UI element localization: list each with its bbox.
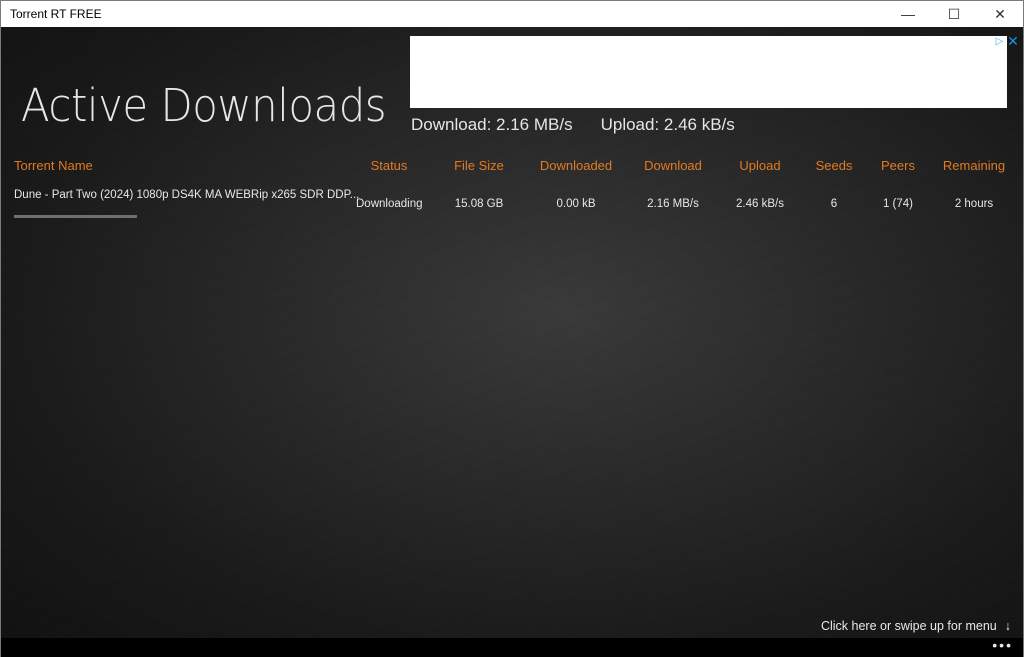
column-header-upload[interactable]: Upload [725, 158, 795, 173]
torrent-remaining: 2 hours [954, 198, 994, 210]
table-row[interactable]: Dune - Part Two (2024) 1080p DS4K MA WEB… [1, 189, 1023, 219]
column-header-name[interactable]: Torrent Name [14, 158, 93, 173]
torrent-download-speed: 2.16 MB/s [647, 198, 699, 210]
title-bar: Torrent RT FREE — ☐ ✕ [1, 1, 1023, 27]
column-header-file-size[interactable]: File Size [446, 158, 512, 173]
torrent-file-size: 15.08 GB [454, 198, 504, 210]
ad-close-icon[interactable]: ✕ [1006, 34, 1020, 48]
torrent-downloaded: 0.00 kB [556, 198, 596, 210]
app-bar[interactable]: ••• [1, 638, 1023, 657]
torrent-upload-speed: 2.46 kB/s [736, 198, 784, 210]
close-icon: ✕ [994, 5, 1006, 22]
page-title: Active Downloads [21, 79, 387, 132]
column-header-seeds[interactable]: Seeds [811, 158, 857, 173]
app-content: Active Downloads ▷ ✕ Download: 2.16 MB/s… [1, 27, 1023, 657]
column-header-status[interactable]: Status [356, 158, 422, 173]
ad-choices-icon[interactable]: ▷ [994, 36, 1005, 48]
more-options-icon[interactable]: ••• [992, 638, 1013, 652]
window-controls: — ☐ ✕ [885, 1, 1023, 27]
maximize-icon: ☐ [947, 5, 961, 22]
torrent-peers: 1 (74) [882, 198, 914, 210]
close-button[interactable]: ✕ [977, 1, 1023, 27]
column-header-peers[interactable]: Peers [873, 158, 923, 173]
torrent-progress-fill [14, 215, 137, 218]
app-window: Torrent RT FREE — ☐ ✕ Active Downloads ▷… [0, 0, 1024, 657]
minimize-icon: — [901, 6, 915, 22]
torrent-seeds: 6 [830, 198, 838, 210]
column-header-remaining[interactable]: Remaining [937, 158, 1011, 173]
total-upload-speed: Upload: 2.46 kB/s [600, 115, 735, 134]
torrent-progress-bar [14, 215, 137, 218]
window-title: Torrent RT FREE [10, 7, 102, 21]
minimize-button[interactable]: — [885, 1, 931, 27]
torrent-status: Downloading [356, 198, 423, 210]
menu-hint-label: Click here or swipe up for menu [820, 619, 997, 633]
table-header: Torrent Name Status File Size Downloaded… [1, 158, 1023, 178]
maximize-button[interactable]: ☐ [931, 1, 977, 27]
total-download-speed: Download: 2.16 MB/s [411, 115, 573, 134]
column-header-downloaded[interactable]: Downloaded [536, 158, 616, 173]
column-header-download[interactable]: Download [636, 158, 710, 173]
menu-hint-button[interactable]: Click here or swipe up for menu ↓ [821, 619, 1011, 633]
ad-banner[interactable] [410, 36, 1007, 108]
torrent-name: Dune - Part Two (2024) 1080p DS4K MA WEB… [14, 189, 360, 201]
arrow-down-icon: ↓ [1004, 619, 1011, 633]
speed-summary: Download: 2.16 MB/s Upload: 2.46 kB/s [411, 115, 735, 135]
